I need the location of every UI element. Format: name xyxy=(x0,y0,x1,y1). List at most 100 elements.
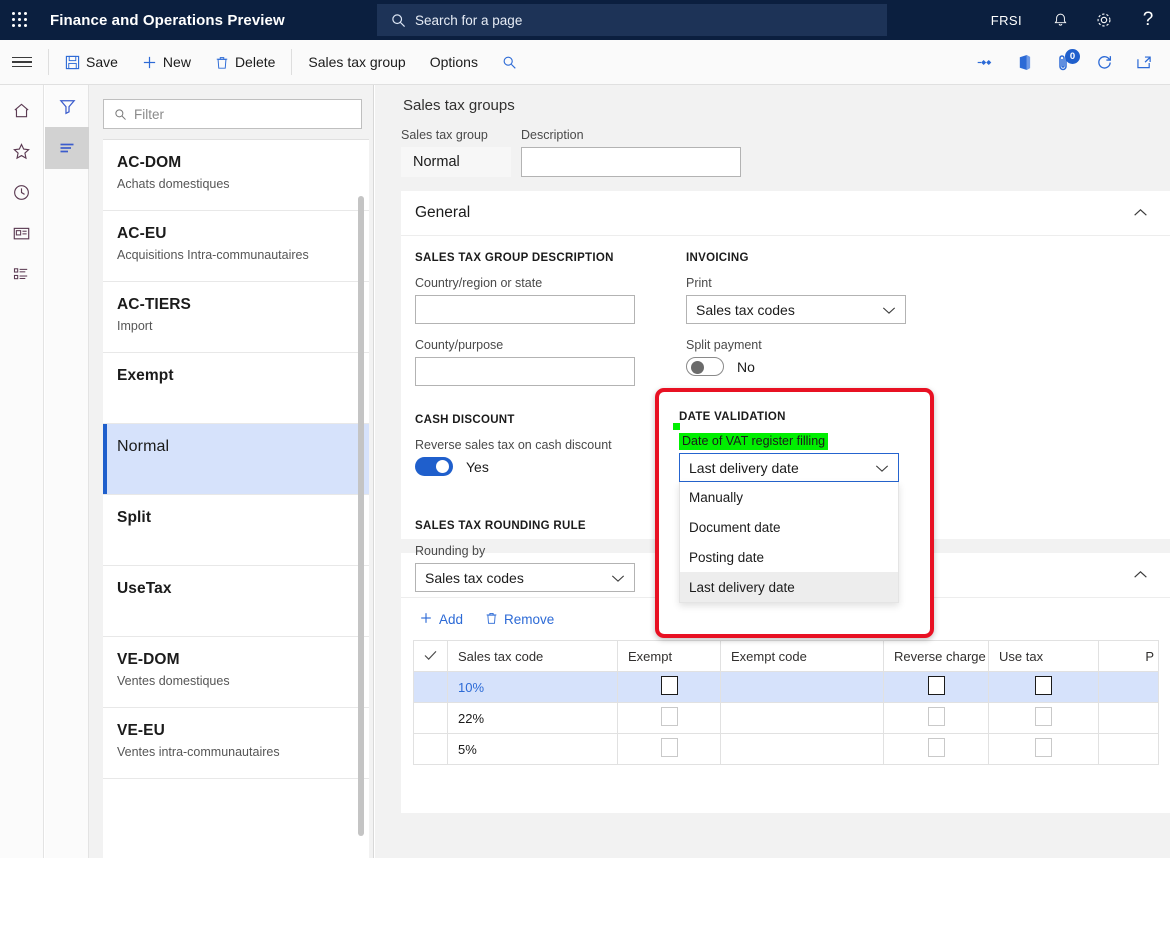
table-row[interactable]: 5% xyxy=(414,734,1159,765)
cell-reverse-charge[interactable] xyxy=(884,734,989,765)
checkbox[interactable] xyxy=(928,676,945,695)
waffle-icon[interactable] xyxy=(0,0,40,40)
row-selector[interactable] xyxy=(414,734,448,765)
command-search-button[interactable] xyxy=(490,40,529,85)
notification-bell-icon[interactable] xyxy=(1038,0,1082,40)
list-item[interactable]: UseTax xyxy=(103,566,369,637)
tab-sales-tax-group[interactable]: Sales tax group xyxy=(296,40,417,85)
chevron-up-icon[interactable] xyxy=(1133,204,1148,222)
dropdown-option-last-delivery-date[interactable]: Last delivery date xyxy=(680,572,898,602)
cell-exempt[interactable] xyxy=(618,703,721,734)
rounding-by-select[interactable]: Sales tax codes xyxy=(415,563,635,592)
column-header-sales-tax-code[interactable]: Sales tax code xyxy=(448,641,618,672)
user-initials[interactable]: FRSI xyxy=(975,0,1038,40)
cell-sales-tax-code[interactable]: 5% xyxy=(448,734,618,765)
table-row[interactable]: 10% xyxy=(414,672,1159,703)
column-header-reverse-charge[interactable]: Reverse charge xyxy=(884,641,989,672)
search-input[interactable]: Search for a page xyxy=(377,4,887,36)
list-item[interactable]: AC-DOM Achats domestiques xyxy=(103,140,369,211)
cell-partial[interactable] xyxy=(1099,703,1159,734)
cell-partial[interactable] xyxy=(1099,734,1159,765)
list-item[interactable]: Split xyxy=(103,495,369,566)
column-header-exempt-code[interactable]: Exempt code xyxy=(721,641,884,672)
cell-sales-tax-code[interactable]: 10% xyxy=(448,672,618,703)
hamburger-menu-icon[interactable] xyxy=(0,40,44,85)
open-in-new-icon[interactable] xyxy=(1126,40,1162,85)
save-button[interactable]: Save xyxy=(53,40,130,85)
description-input[interactable] xyxy=(521,147,741,177)
toggle-switch-on[interactable] xyxy=(415,457,453,476)
chevron-up-icon[interactable] xyxy=(1133,566,1148,584)
checkbox[interactable] xyxy=(661,738,678,757)
office-icon[interactable] xyxy=(1006,40,1042,85)
settings-gear-icon[interactable] xyxy=(1082,0,1126,40)
tab-options[interactable]: Options xyxy=(418,40,490,85)
cell-exempt-code[interactable] xyxy=(721,734,884,765)
workspaces-icon[interactable] xyxy=(4,217,40,249)
cell-reverse-charge[interactable] xyxy=(884,703,989,734)
help-question-icon[interactable]: ? xyxy=(1126,0,1170,40)
favorites-star-icon[interactable] xyxy=(4,135,40,167)
tax-group-list[interactable]: AC-DOM Achats domestiques AC-EU Acquisit… xyxy=(103,139,369,943)
checkbox[interactable] xyxy=(1035,738,1052,757)
new-button[interactable]: New xyxy=(130,40,203,85)
list-item[interactable]: AC-EU Acquisitions Intra-communautaires xyxy=(103,211,369,282)
list-item[interactable]: VE-EU Ventes intra-communautaires xyxy=(103,708,369,779)
recent-clock-icon[interactable] xyxy=(4,176,40,208)
cell-use-tax[interactable] xyxy=(989,734,1099,765)
checkbox[interactable] xyxy=(928,738,945,757)
select-all-checkmark[interactable] xyxy=(414,641,448,672)
list-lines-icon[interactable] xyxy=(45,127,89,169)
refresh-icon[interactable] xyxy=(1086,40,1122,85)
chevron-down-icon[interactable] xyxy=(882,302,896,318)
cell-use-tax[interactable] xyxy=(989,703,1099,734)
checkbox[interactable] xyxy=(661,676,678,695)
date-validation-dropdown-list[interactable]: Manually Document date Posting date Last… xyxy=(679,482,899,603)
checkbox[interactable] xyxy=(1035,707,1052,726)
attachment-icon[interactable]: 0 xyxy=(1046,40,1082,85)
home-icon[interactable] xyxy=(4,94,40,126)
cell-reverse-charge[interactable] xyxy=(884,672,989,703)
list-item[interactable]: VE-DOM Ventes domestiques xyxy=(103,637,369,708)
checkbox[interactable] xyxy=(928,707,945,726)
filter-input[interactable]: Filter xyxy=(103,99,362,129)
filter-icon[interactable] xyxy=(45,85,89,127)
print-select[interactable]: Sales tax codes xyxy=(686,295,906,324)
table-row[interactable]: 22% xyxy=(414,703,1159,734)
cell-exempt[interactable] xyxy=(618,734,721,765)
remove-button[interactable]: Remove xyxy=(479,608,560,631)
modules-list-icon[interactable] xyxy=(4,258,40,290)
general-section-header[interactable]: General xyxy=(401,191,1170,236)
list-item[interactable]: AC-TIERS Import xyxy=(103,282,369,353)
county-purpose-input[interactable] xyxy=(415,357,635,386)
cell-partial[interactable] xyxy=(1099,672,1159,703)
row-selector[interactable] xyxy=(414,703,448,734)
dropdown-option-document-date[interactable]: Document date xyxy=(680,512,898,542)
country-region-input[interactable] xyxy=(415,295,635,324)
dropdown-option-posting-date[interactable]: Posting date xyxy=(680,542,898,572)
cell-exempt[interactable] xyxy=(618,672,721,703)
column-header-exempt[interactable]: Exempt xyxy=(618,641,721,672)
column-header-partial[interactable]: P xyxy=(1099,641,1159,672)
date-of-vat-register-filling-select[interactable]: Last delivery date xyxy=(679,453,899,482)
dropdown-option-manually[interactable]: Manually xyxy=(680,482,898,512)
add-button[interactable]: Add xyxy=(413,608,469,631)
link-icon[interactable] xyxy=(966,40,1002,85)
cell-exempt-code[interactable] xyxy=(721,703,884,734)
chevron-down-icon[interactable] xyxy=(611,570,625,586)
toggle-switch-off[interactable] xyxy=(686,357,724,376)
list-item-selected[interactable]: Normal xyxy=(103,424,369,495)
list-item[interactable]: Exempt xyxy=(103,353,369,424)
reverse-sales-tax-toggle[interactable]: Yes xyxy=(415,457,612,476)
checkbox[interactable] xyxy=(661,707,678,726)
list-scrollbar[interactable] xyxy=(358,196,364,836)
checkbox[interactable] xyxy=(1035,676,1052,695)
split-payment-toggle[interactable]: No xyxy=(686,357,906,376)
row-selector[interactable] xyxy=(414,672,448,703)
delete-button[interactable]: Delete xyxy=(203,40,287,85)
column-header-use-tax[interactable]: Use tax xyxy=(989,641,1099,672)
cell-sales-tax-code[interactable]: 22% xyxy=(448,703,618,734)
cell-exempt-code[interactable] xyxy=(721,672,884,703)
sales-tax-group-value[interactable]: Normal xyxy=(401,147,511,177)
chevron-down-icon[interactable] xyxy=(875,460,889,476)
